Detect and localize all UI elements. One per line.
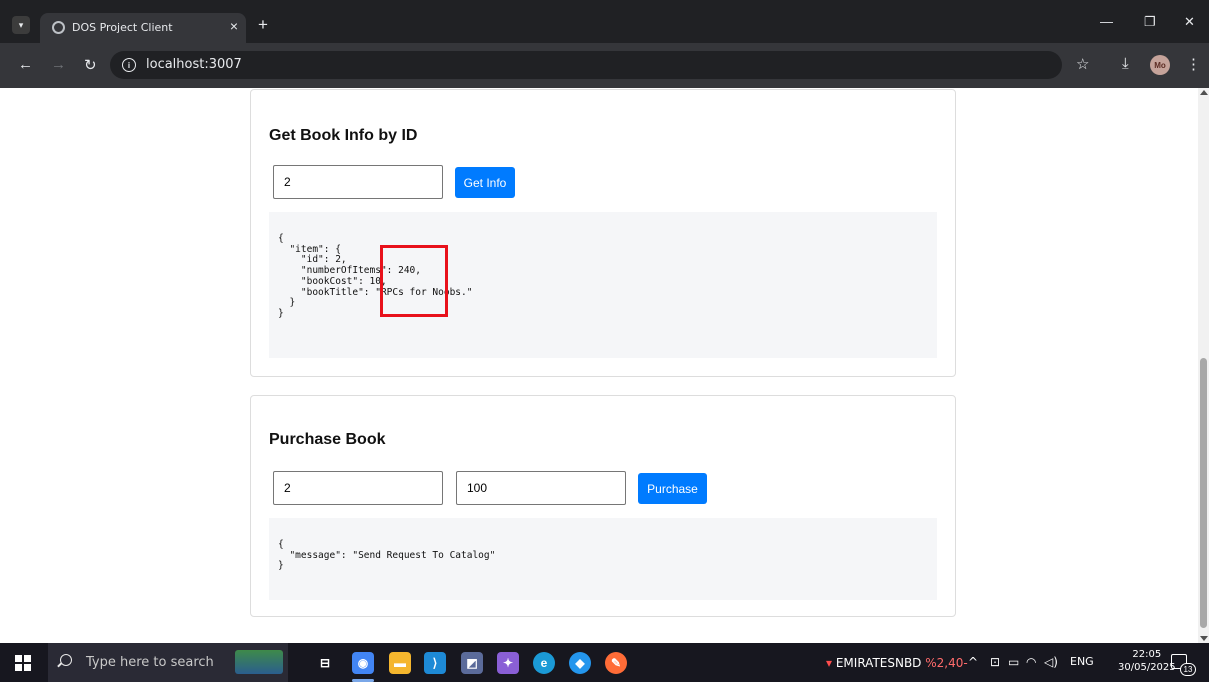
new-tab-button[interactable]: + xyxy=(258,15,268,35)
close-icon[interactable]: ✕ xyxy=(1184,14,1195,30)
restore-icon[interactable]: ❐ xyxy=(1144,14,1156,30)
network-icon[interactable]: ⊡ xyxy=(990,655,1000,669)
reload-icon[interactable]: ↻ xyxy=(84,56,97,74)
browser-toolbar: ← → ↻ i localhost:3007 ☆ ⤓ Mo ⋮ xyxy=(0,43,1209,88)
tab-close-button[interactable]: × xyxy=(230,18,238,34)
search-highlight-image[interactable] xyxy=(235,650,283,674)
stock-trend-icon: ▾ xyxy=(826,656,836,670)
purchase-button[interactable]: Purchase xyxy=(638,473,707,504)
chevron-up-icon[interactable]: ^ xyxy=(968,655,978,669)
postman-icon[interactable]: ✎ xyxy=(605,652,627,674)
more-vertical-icon[interactable]: ⋮ xyxy=(1186,55,1201,73)
chrome-icon[interactable]: ◉ xyxy=(352,652,374,674)
taskbar-search-placeholder: Type here to search xyxy=(86,655,214,670)
page-viewport: Get Book Info by ID Get Info { "item": {… xyxy=(0,88,1198,643)
windows-start-icon[interactable] xyxy=(15,655,31,671)
wifi-icon[interactable]: ◠ xyxy=(1026,655,1036,669)
tab-title: DOS Project Client xyxy=(72,21,173,34)
get-book-info-card: Get Book Info by ID Get Info { "item": {… xyxy=(250,89,956,377)
favicon-icon xyxy=(52,21,65,34)
annotation-highlight-box xyxy=(380,245,448,317)
purchase-amount-input[interactable] xyxy=(456,471,626,505)
chevron-down-icon[interactable]: ▾ xyxy=(12,16,30,34)
avatar[interactable]: Mo xyxy=(1150,55,1170,75)
purchase-response-json: { "message": "Send Request To Catalog" } xyxy=(278,539,496,572)
scroll-down-icon[interactable] xyxy=(1200,636,1208,641)
app-icon[interactable]: ◩ xyxy=(461,652,483,674)
purchase-id-input[interactable] xyxy=(273,471,443,505)
info-icon[interactable]: i xyxy=(122,58,136,72)
language-indicator[interactable]: ENG xyxy=(1070,655,1094,668)
copilot-icon[interactable]: ✦ xyxy=(497,652,519,674)
stock-change: %2,40- xyxy=(925,656,968,670)
book-id-input[interactable] xyxy=(273,165,443,199)
arrow-right-icon[interactable]: → xyxy=(51,56,66,73)
browser-tab-bar: ▾ DOS Project Client × + — ❐ ✕ xyxy=(0,0,1209,43)
page-scrollbar[interactable] xyxy=(1198,88,1209,643)
minimize-icon[interactable]: — xyxy=(1100,14,1113,29)
download-icon[interactable]: ⤓ xyxy=(1122,55,1129,72)
vscode-icon[interactable]: ⟩ xyxy=(424,652,446,674)
clock-time: 22:05 xyxy=(1132,649,1162,660)
address-bar[interactable]: i localhost:3007 xyxy=(110,51,1062,79)
windows-taskbar: Type here to search ⊟ ◉ ▬ ⟩ ◩ ✦ e ◆ ✎ ▾ … xyxy=(0,643,1209,682)
arrow-left-icon[interactable]: ← xyxy=(18,56,33,73)
star-icon[interactable]: ☆ xyxy=(1076,55,1089,73)
search-icon xyxy=(60,654,72,666)
url-text[interactable]: localhost:3007 xyxy=(146,57,242,72)
purchase-book-heading: Purchase Book xyxy=(269,431,386,448)
stock-name: EMIRATESNBD xyxy=(835,656,922,670)
battery-icon[interactable]: ▭ xyxy=(1008,655,1019,669)
docker-icon[interactable]: ◆ xyxy=(569,652,591,674)
scroll-up-icon[interactable] xyxy=(1200,90,1208,95)
get-info-button[interactable]: Get Info xyxy=(455,167,515,198)
get-info-response-box: { "item": { "id": 2, "numberOfItems": 24… xyxy=(269,212,937,358)
clock-date: 30/05/2025 xyxy=(1118,662,1176,673)
volume-icon[interactable]: ◁) xyxy=(1044,655,1058,669)
purchase-response-box: { "message": "Send Request To Catalog" } xyxy=(269,518,937,600)
file-explorer-icon[interactable]: ▬ xyxy=(389,652,411,674)
scroll-thumb[interactable] xyxy=(1200,358,1207,628)
edge-icon[interactable]: e xyxy=(533,652,555,674)
notification-count-badge: 13 xyxy=(1180,663,1196,676)
purchase-book-card: Purchase Book Purchase { "message": "Sen… xyxy=(250,395,956,617)
browser-tab[interactable]: DOS Project Client × xyxy=(40,13,246,43)
stock-ticker[interactable]: ▾ EMIRATESNBD %2,40- xyxy=(826,656,968,670)
get-book-info-heading: Get Book Info by ID xyxy=(269,127,418,144)
system-clock[interactable]: 22:05 30/05/2025 xyxy=(1118,648,1176,674)
task-view-icon[interactable]: ⊟ xyxy=(314,652,336,674)
